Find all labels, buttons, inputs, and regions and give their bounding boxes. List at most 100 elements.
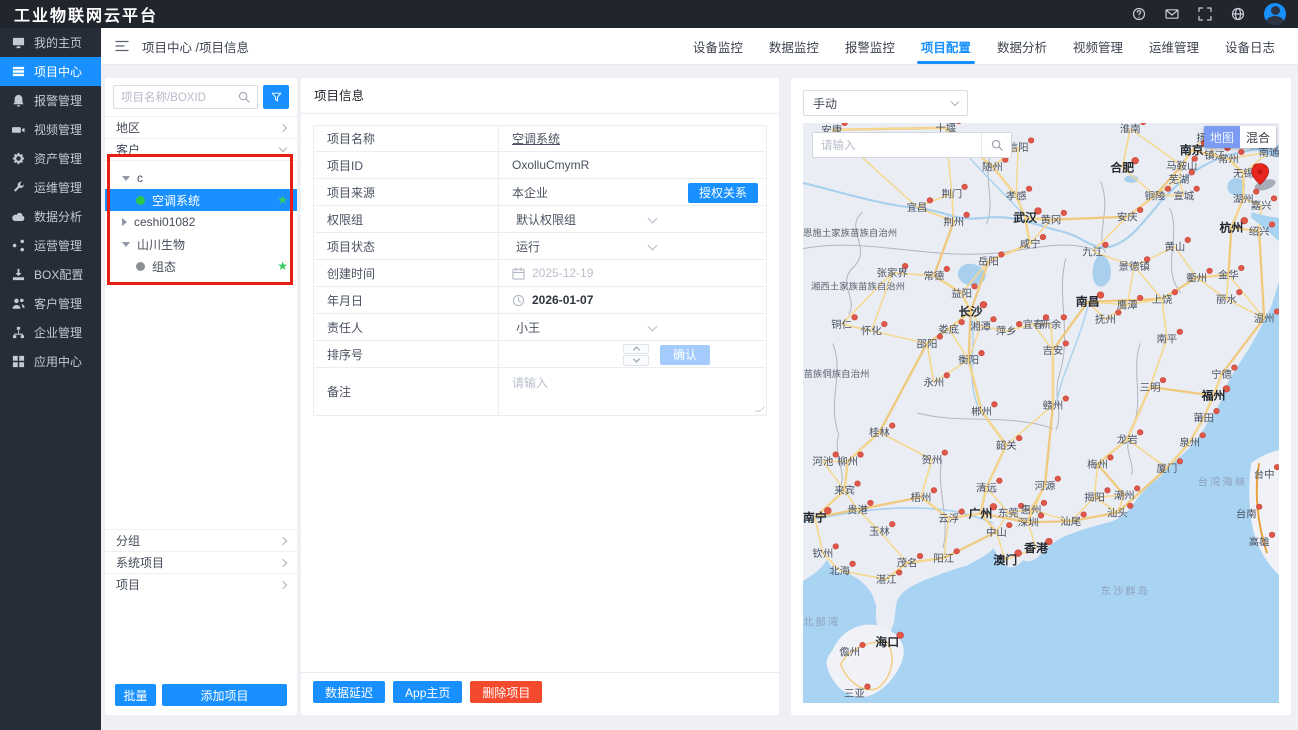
map-search-icon[interactable] <box>981 133 1011 157</box>
tab-project-config[interactable]: 项目配置 <box>908 28 984 64</box>
sidebar-item-ops[interactable]: 运维管理 <box>0 173 101 202</box>
sidebar-item-operation[interactable]: 运营管理 <box>0 231 101 260</box>
globe-icon[interactable] <box>1231 7 1245 21</box>
tab-ops-mgmt[interactable]: 运维管理 <box>1136 28 1212 64</box>
map-mode-select[interactable]: 手动 <box>803 90 968 116</box>
sidebar-item-project-center[interactable]: 项目中心 <box>0 57 101 86</box>
sidebar-item-app-center[interactable]: 应用中心 <box>0 347 101 376</box>
org-icon <box>12 326 25 339</box>
city-dot <box>1137 295 1143 300</box>
layer-map-button[interactable]: 地图 <box>1204 126 1240 148</box>
tree-node-shanchuan-bio[interactable]: 山川生物 <box>105 233 297 255</box>
sidebar-item-home[interactable]: 我的主页 <box>0 28 101 57</box>
sidebar-item-asset[interactable]: 资产管理 <box>0 144 101 173</box>
collapse-sidebar-icon[interactable] <box>115 39 129 53</box>
layer-hybrid-button[interactable]: 混合 <box>1240 126 1276 148</box>
status-dot <box>136 196 145 205</box>
app-home-button[interactable]: App主页 <box>393 681 462 703</box>
city-dot <box>1274 464 1279 469</box>
city-dot <box>1061 315 1067 320</box>
tree-node-ceshi01082[interactable]: ceshi01082 <box>105 211 297 233</box>
project-status-value[interactable]: 运行 <box>512 238 540 255</box>
tab-data-analysis[interactable]: 数据分析 <box>984 28 1060 64</box>
sidebar-item-customer[interactable]: 客户管理 <box>0 289 101 318</box>
section-customer[interactable]: 客户 <box>105 138 297 160</box>
project-name-value[interactable]: 空调系统 <box>512 130 560 147</box>
add-project-button[interactable]: 添加项目 <box>162 684 287 706</box>
city-label: 马鞍山 <box>1166 160 1197 173</box>
stepper-down-button[interactable] <box>623 355 649 366</box>
data-delay-button[interactable]: 数据延迟 <box>313 681 385 703</box>
tree-caret-icon[interactable] <box>122 218 127 226</box>
user-avatar[interactable] <box>1264 3 1286 25</box>
mail-icon[interactable] <box>1165 7 1179 21</box>
help-icon[interactable] <box>1132 7 1146 21</box>
city-label: 荆门 <box>941 188 962 201</box>
city-label: 郴州 <box>971 405 992 418</box>
list-icon <box>12 65 25 78</box>
tab-data-monitor[interactable]: 数据监控 <box>756 28 832 64</box>
tab-video-mgmt[interactable]: 视频管理 <box>1060 28 1136 64</box>
tree-caret-icon[interactable] <box>122 176 130 181</box>
resize-handle[interactable] <box>754 406 765 412</box>
search-input[interactable]: 项目名称/BOXID <box>113 85 258 109</box>
sort-no-field: 确认 <box>499 341 766 367</box>
delete-project-button[interactable]: 删除项目 <box>470 681 542 703</box>
fullscreen-icon[interactable] <box>1198 7 1212 21</box>
city-label: 宜昌 <box>907 201 928 214</box>
search-icon[interactable] <box>238 91 250 103</box>
sidebar-item-data-analysis[interactable]: 数据分析 <box>0 202 101 231</box>
create-time-value[interactable]: 2025-12-19 <box>532 266 593 280</box>
stepper-up-button[interactable] <box>623 344 649 355</box>
tab-device-monitor[interactable]: 设备监控 <box>680 28 756 64</box>
map-search-box[interactable]: 请输入 <box>812 132 1012 158</box>
city-dot <box>1177 329 1183 334</box>
section-system-project[interactable]: 系统项目 <box>105 551 297 573</box>
confirm-button[interactable]: 确认 <box>660 345 710 365</box>
form-spacer <box>301 416 779 672</box>
city-label: 咸宁 <box>1020 238 1041 251</box>
tree-node-label: ceshi01082 <box>134 215 195 229</box>
city-label: 温州 <box>1254 313 1275 325</box>
form-footer: 数据延迟 App主页删除项目 <box>301 672 779 715</box>
section-project[interactable]: 项目 <box>105 573 297 595</box>
city-label: 张家界 <box>877 267 908 280</box>
city-dot <box>833 544 839 549</box>
favorite-star-icon[interactable]: ★ <box>277 194 288 206</box>
owner-value[interactable]: 小王 <box>512 319 540 336</box>
remark-placeholder[interactable]: 请输入 <box>512 374 548 391</box>
permission-group-label: 权限组 <box>314 206 499 232</box>
batch-button[interactable]: 批量 <box>115 684 156 706</box>
sidebar-item-box-config[interactable]: BOX配置 <box>0 260 101 289</box>
chevron-right-icon <box>279 580 287 588</box>
tab-alarm-monitor[interactable]: 报警监控 <box>832 28 908 64</box>
city-label: 龙岩 <box>1117 433 1138 446</box>
remark-label: 备注 <box>314 368 499 415</box>
sidebar-item-video[interactable]: 视频管理 <box>0 115 101 144</box>
tree-leaf-ac-system[interactable]: 空调系统 ★ <box>105 189 297 211</box>
city-label: 黄山 <box>1164 241 1185 254</box>
tree-leaf-zutai[interactable]: 组态 ★ <box>105 255 297 277</box>
city-label: 茂名 <box>897 557 918 570</box>
svg-text:湘西土家族苗族自治州: 湘西土家族苗族自治州 <box>811 280 905 291</box>
remark-field: 请输入 <box>499 368 766 415</box>
city-label: 泉州 <box>1179 436 1200 449</box>
sidebar-item-enterprise[interactable]: 企业管理 <box>0 318 101 347</box>
chevron-down-icon <box>648 214 658 224</box>
city-label: 南平 <box>1157 333 1178 346</box>
tab-device-log[interactable]: 设备日志 <box>1212 28 1288 64</box>
section-group[interactable]: 分组 <box>105 529 297 551</box>
tree-caret-icon[interactable] <box>122 242 130 247</box>
authorize-relation-button[interactable]: 授权关系 <box>688 183 758 203</box>
map-canvas[interactable]: 台湾海峡北部湾东沙群岛恩施土家族苗族自治州湘西土家族苗族自治州黔东南苗族侗族自治… <box>803 123 1279 703</box>
chevron-right-icon <box>279 536 287 544</box>
date-value[interactable]: 2026-01-07 <box>532 293 593 307</box>
section-region[interactable]: 地区 <box>105 116 297 138</box>
favorite-star-icon[interactable]: ★ <box>277 260 288 272</box>
sidebar-item-alarm[interactable]: 报警管理 <box>0 86 101 115</box>
permission-group-value[interactable]: 默认权限组 <box>512 211 576 228</box>
filter-button[interactable] <box>263 85 289 109</box>
city-label: 韶关 <box>996 439 1017 452</box>
tree-node-c[interactable]: c <box>105 167 297 189</box>
calendar-icon <box>512 267 525 280</box>
